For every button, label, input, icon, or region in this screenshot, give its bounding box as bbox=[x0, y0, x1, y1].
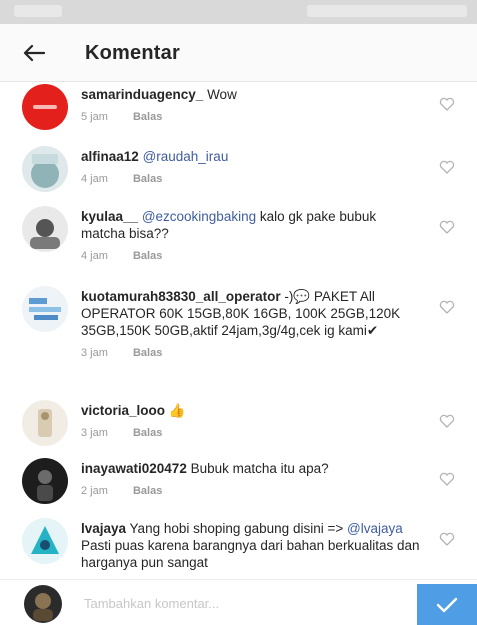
comment-input[interactable] bbox=[84, 592, 404, 614]
comment-username[interactable]: lvajaya bbox=[81, 521, 126, 536]
comment-message-continued: Pasti puas karena barangnya dari bahan b… bbox=[81, 538, 420, 570]
comment-username[interactable]: kyulaa__ bbox=[81, 209, 138, 224]
reply-button[interactable]: Balas bbox=[133, 111, 162, 123]
avatar[interactable] bbox=[22, 286, 68, 332]
comment-message: 👍 bbox=[165, 403, 186, 418]
reply-button[interactable]: Balas bbox=[133, 485, 162, 497]
comment-text: kyulaa__ @ezcookingbaking kalo gk pake b… bbox=[81, 208, 423, 242]
back-button[interactable] bbox=[18, 37, 50, 69]
comment-item: alfinaa12 @raudah_irau 4 jam Balas bbox=[0, 144, 477, 204]
comment-item: kuotamurah83830_all_operator -)💬 PAKET A… bbox=[0, 284, 477, 398]
comment-meta: 5 jam Balas bbox=[81, 111, 423, 123]
comment-text: victoria_looo 👍 bbox=[81, 402, 423, 419]
reply-button[interactable]: Balas bbox=[133, 347, 162, 359]
comment-item: kyulaa__ @ezcookingbaking kalo gk pake b… bbox=[0, 204, 477, 284]
comment-text: kuotamurah83830_all_operator -)💬 PAKET A… bbox=[81, 288, 423, 339]
comment-username[interactable]: inayawati020472 bbox=[81, 461, 187, 476]
arrow-left-icon bbox=[23, 44, 45, 62]
comment-message: Wow bbox=[203, 87, 237, 102]
mention-link[interactable]: @ezcookingbaking bbox=[142, 209, 256, 224]
avatar[interactable] bbox=[22, 146, 68, 192]
avatar[interactable] bbox=[22, 400, 68, 446]
page-title: Komentar bbox=[85, 42, 180, 64]
comment-message: Bubuk matcha itu apa? bbox=[186, 461, 329, 476]
status-bar-left bbox=[14, 5, 62, 17]
avatar[interactable] bbox=[22, 84, 68, 130]
comment-time: 5 jam bbox=[81, 111, 108, 123]
avatar bbox=[24, 585, 62, 623]
heart-icon[interactable] bbox=[439, 414, 455, 428]
reply-button[interactable]: Balas bbox=[133, 427, 162, 439]
heart-icon[interactable] bbox=[439, 97, 455, 111]
comment-meta: 4 jam Balas bbox=[81, 173, 423, 185]
comment-list[interactable]: samarinduagency_ Wow 5 jam Balas alfinaa… bbox=[0, 82, 477, 579]
reply-button[interactable]: Balas bbox=[133, 250, 162, 262]
comment-text: inayawati020472 Bubuk matcha itu apa? bbox=[81, 460, 423, 477]
comment-username[interactable]: victoria_looo bbox=[81, 403, 165, 418]
heart-icon[interactable] bbox=[439, 300, 455, 314]
comment-message: Yang hobi shoping gabung disini => bbox=[126, 521, 344, 536]
status-bar-right bbox=[307, 5, 467, 17]
comment-text: samarinduagency_ Wow bbox=[81, 86, 423, 103]
send-button[interactable] bbox=[417, 584, 477, 625]
mention-link[interactable]: @lvajaya bbox=[347, 521, 403, 536]
status-bar bbox=[0, 0, 477, 24]
comment-time: 3 jam bbox=[81, 347, 108, 359]
comment-meta: 2 jam Balas bbox=[81, 485, 423, 497]
comment-item: inayawati020472 Bubuk matcha itu apa? 2 … bbox=[0, 456, 477, 516]
comment-meta: 3 jam Balas bbox=[81, 427, 423, 439]
comment-time: 2 jam bbox=[81, 485, 108, 497]
mention-link[interactable]: @raudah_irau bbox=[143, 149, 229, 164]
comment-meta: 3 jam Balas bbox=[81, 347, 423, 359]
heart-icon[interactable] bbox=[439, 472, 455, 486]
heart-icon[interactable] bbox=[439, 160, 455, 174]
avatar[interactable] bbox=[22, 206, 68, 252]
comment-username[interactable]: alfinaa12 bbox=[81, 149, 139, 164]
comment-time: 4 jam bbox=[81, 250, 108, 262]
checkmark-icon bbox=[436, 597, 458, 613]
comment-username[interactable]: kuotamurah83830_all_operator bbox=[81, 289, 281, 304]
heart-icon[interactable] bbox=[439, 532, 455, 546]
comment-time: 4 jam bbox=[81, 173, 108, 185]
comment-item: lvajaya Yang hobi shoping gabung disini … bbox=[0, 516, 477, 579]
heart-icon[interactable] bbox=[439, 220, 455, 234]
comment-meta: 4 jam Balas bbox=[81, 250, 423, 262]
reply-button[interactable]: Balas bbox=[133, 173, 162, 185]
comment-time: 3 jam bbox=[81, 427, 108, 439]
comment-text: alfinaa12 @raudah_irau bbox=[81, 148, 423, 165]
header: Komentar bbox=[0, 24, 477, 82]
comment-text: lvajaya Yang hobi shoping gabung disini … bbox=[81, 520, 423, 571]
comment-composer bbox=[0, 579, 477, 625]
comment-item: samarinduagency_ Wow 5 jam Balas bbox=[0, 82, 477, 144]
avatar[interactable] bbox=[22, 518, 68, 564]
avatar[interactable] bbox=[22, 458, 68, 504]
comment-item: victoria_looo 👍 3 jam Balas bbox=[0, 398, 477, 456]
comment-username[interactable]: samarinduagency_ bbox=[81, 87, 203, 102]
